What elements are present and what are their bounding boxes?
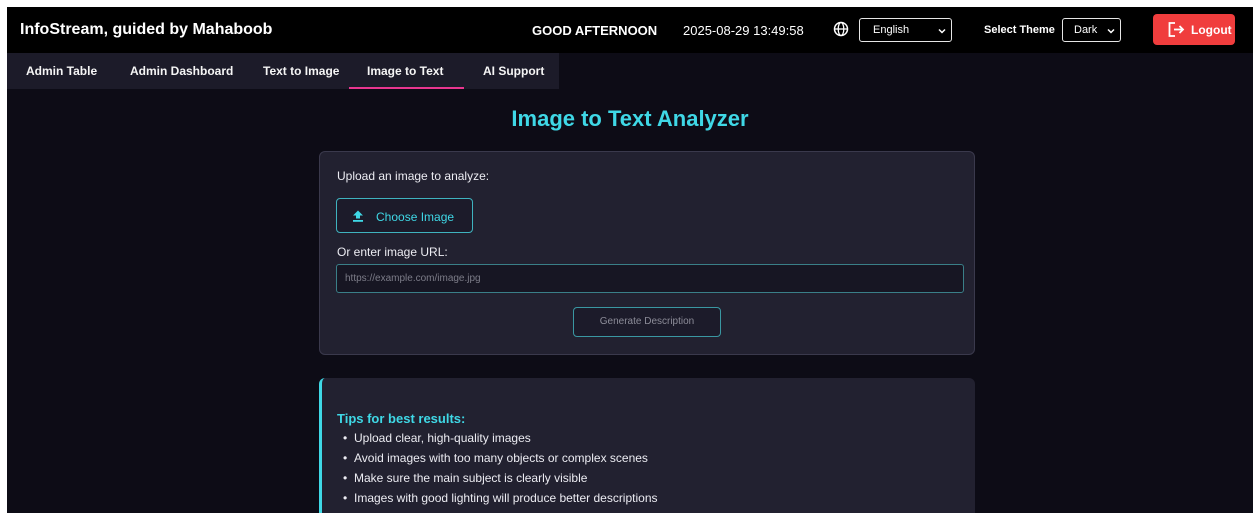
choose-image-button[interactable]: Choose Image [336,198,473,233]
choose-image-label: Choose Image [376,210,455,224]
chevron-down-icon [938,28,946,34]
theme-label: Select Theme [984,24,1055,36]
language-select-value: English [873,24,910,36]
brand-title: InfoStream, guided by Mahaboob [20,21,273,38]
upload-label: Upload an image to analyze: [337,169,490,183]
list-item: Upload clear, high-quality images [343,428,658,448]
globe-icon [833,21,849,37]
active-tab-indicator [349,87,464,89]
tips-card: Tips for best results: Upload clear, hig… [319,378,975,513]
tab-text-to-image[interactable]: Text to Image [263,64,339,78]
page-title: Image to Text Analyzer [511,106,749,131]
tab-admin-table[interactable]: Admin Table [26,64,97,78]
upload-icon [353,210,363,222]
tab-admin-dashboard[interactable]: Admin Dashboard [130,64,233,78]
logout-button[interactable]: Logout [1153,14,1235,45]
top-bar: InfoStream, guided by Mahaboob GOOD AFTE… [7,7,1253,53]
list-item: Make sure the main subject is clearly vi… [343,468,658,488]
analyzer-card: Upload an image to analyze: Choose Image… [319,151,975,355]
datetime-text: 2025-08-29 13:49:58 [683,23,804,38]
list-item: Avoid images with too many objects or co… [343,448,658,468]
greeting-text: GOOD AFTERNOON [532,23,658,38]
nav-bar: Admin Table Admin Dashboard Text to Imag… [7,53,559,89]
theme-select[interactable]: Dark [1062,18,1121,42]
chevron-down-icon [1107,28,1115,34]
list-item: Images with good lighting will produce b… [343,488,658,508]
tab-ai-support[interactable]: AI Support [483,64,544,78]
tips-list: Upload clear, high-quality images Avoid … [343,428,658,508]
logout-label: Logout [1191,23,1232,37]
url-label: Or enter image URL: [337,245,448,259]
generate-description-button[interactable]: Generate Description [573,307,721,337]
theme-select-value: Dark [1074,24,1098,36]
logout-icon [1168,22,1185,37]
tips-title: Tips for best results: [337,411,466,426]
tab-image-to-text[interactable]: Image to Text [367,64,443,78]
app-window: InfoStream, guided by Mahaboob GOOD AFTE… [7,7,1253,513]
language-select[interactable]: English [859,18,952,42]
image-url-input[interactable] [336,264,964,293]
